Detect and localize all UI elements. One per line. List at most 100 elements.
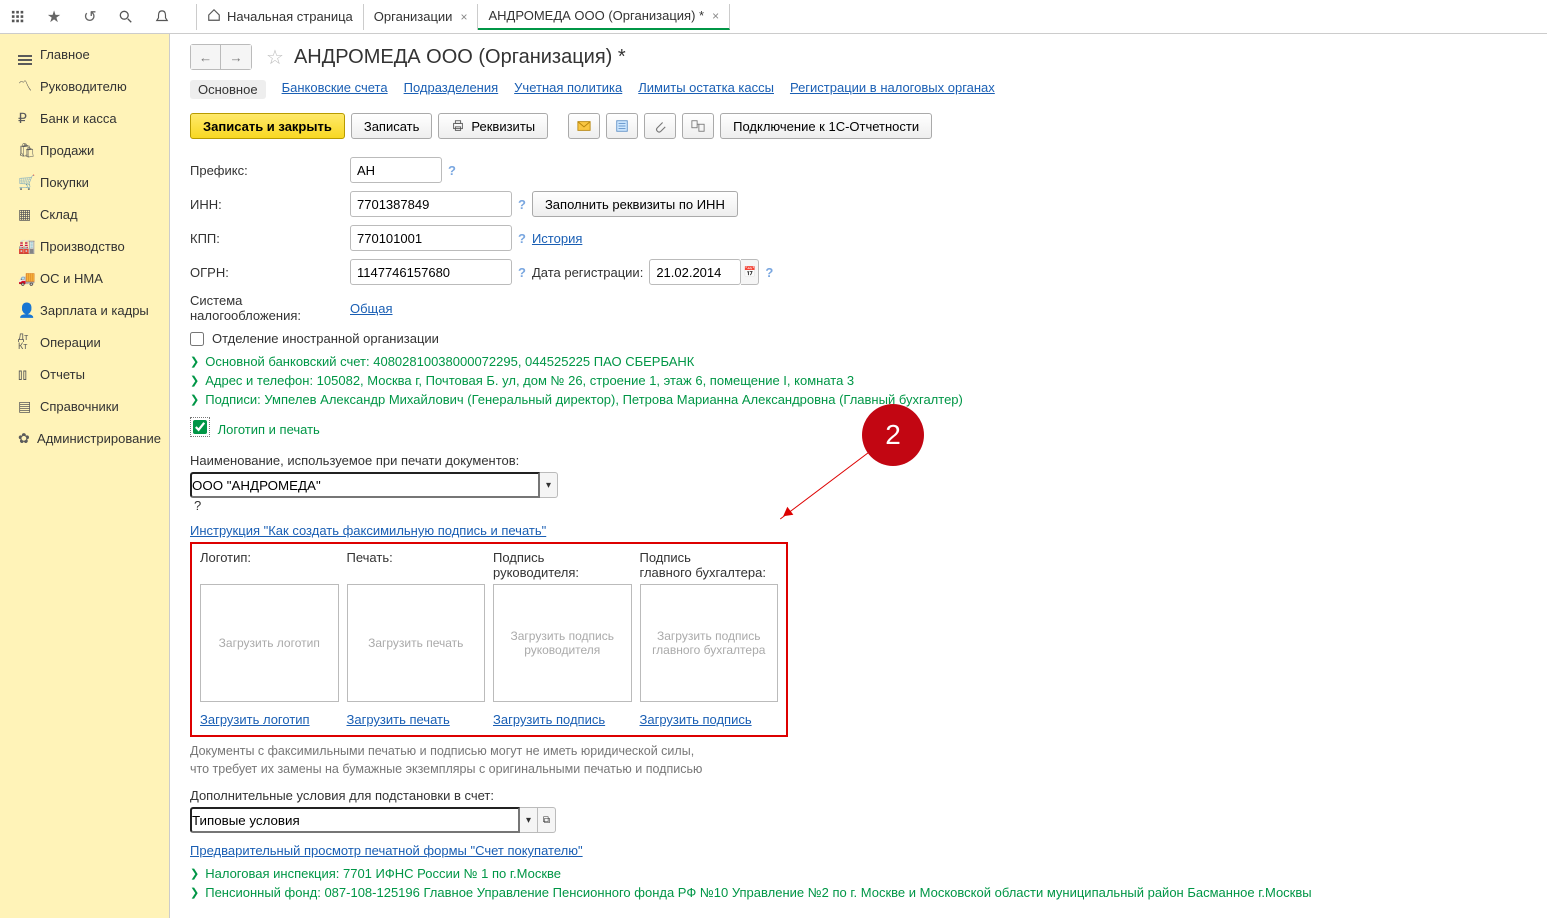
forward-button[interactable]: → bbox=[221, 45, 251, 69]
sidebar-item-assets[interactable]: 🚚ОС и НМА bbox=[0, 262, 169, 294]
open-icon[interactable]: ⧉ bbox=[538, 807, 556, 833]
preview-invoice-link[interactable]: Предварительный просмотр печатной формы … bbox=[190, 843, 583, 858]
hint-icon[interactable]: ? bbox=[448, 163, 456, 178]
connect-reporting-button[interactable]: Подключение к 1С-Отчетности bbox=[720, 113, 932, 139]
sidebar-item-reports[interactable]: ⫾⫾Отчеты bbox=[0, 358, 169, 390]
mail-button[interactable] bbox=[568, 113, 600, 139]
sidebar-item-manager[interactable]: 〽Руководителю bbox=[0, 70, 169, 102]
subtab-accounting-policy[interactable]: Учетная политика bbox=[514, 80, 622, 99]
logo-upload-box[interactable]: Загрузить логотип bbox=[200, 584, 339, 702]
bars-icon: ⫾⫾ bbox=[18, 366, 40, 383]
sidebar-label: Администрирование bbox=[37, 431, 161, 446]
tab-organizations[interactable]: Организации × bbox=[364, 4, 479, 30]
sidebar-item-warehouse[interactable]: ▦Склад bbox=[0, 198, 169, 230]
dropdown-icon[interactable]: ▾ bbox=[540, 472, 558, 498]
extra-conditions-input[interactable] bbox=[190, 807, 520, 833]
hint-icon[interactable]: ? bbox=[765, 265, 773, 280]
stamp-col-label: Печать: bbox=[347, 550, 486, 582]
expander-logo-stamp[interactable]: Логотип и печать bbox=[218, 422, 320, 437]
tab-home[interactable]: Начальная страница bbox=[196, 4, 364, 30]
save-close-button[interactable]: Записать и закрыть bbox=[190, 113, 345, 139]
apps-icon[interactable] bbox=[6, 5, 30, 29]
star-icon[interactable]: ★ bbox=[42, 5, 66, 29]
stamp-upload-box[interactable]: Загрузить печать bbox=[347, 584, 486, 702]
logo-stamp-checkbox[interactable] bbox=[193, 420, 207, 434]
reg-date-input[interactable] bbox=[649, 259, 741, 285]
expander-signatures[interactable]: ❯Подписи: Умпелев Александр Михайлович (… bbox=[190, 392, 1527, 407]
dropdown-icon[interactable]: ▾ bbox=[520, 807, 538, 833]
gear-icon: ✿ bbox=[18, 430, 37, 447]
sidebar-item-operations[interactable]: ДтКтОперации bbox=[0, 326, 169, 358]
sidebar-item-salary[interactable]: 👤Зарплата и кадры bbox=[0, 294, 169, 326]
logo-upload-link[interactable]: Загрузить логотип bbox=[200, 712, 339, 727]
inn-input[interactable] bbox=[350, 191, 512, 217]
history-icon[interactable]: ↺ bbox=[78, 5, 102, 29]
save-button[interactable]: Записать bbox=[351, 113, 433, 139]
sidebar-label: Производство bbox=[40, 239, 125, 254]
expander-pension[interactable]: ❯Пенсионный фонд: 087-108-125196 Главное… bbox=[190, 885, 1527, 900]
hint-icon[interactable]: ? bbox=[194, 498, 201, 513]
chevron-right-icon: ❯ bbox=[190, 374, 199, 387]
tab-andromeda[interactable]: АНДРОМЕДА ООО (Организация) * × bbox=[478, 4, 730, 30]
book-icon: ▤ bbox=[18, 398, 40, 415]
instruction-link[interactable]: Инструкция "Как создать факсимильную под… bbox=[190, 523, 546, 538]
print-name-input[interactable] bbox=[190, 472, 540, 498]
subtab-tax-registrations[interactable]: Регистрации в налоговых органах bbox=[790, 80, 995, 99]
fill-by-inn-button[interactable]: Заполнить реквизиты по ИНН bbox=[532, 191, 738, 217]
ruble-icon: ₽ bbox=[18, 110, 40, 127]
expander-bank[interactable]: ❯Основной банковский счет: 4080281003800… bbox=[190, 354, 1527, 369]
hint-icon[interactable]: ? bbox=[518, 197, 526, 212]
sidebar: Главное 〽Руководителю ₽Банк и касса 🛍Про… bbox=[0, 34, 170, 918]
sidebar-item-sales[interactable]: 🛍Продажи bbox=[0, 134, 169, 166]
attach-button[interactable] bbox=[644, 113, 676, 139]
prefix-input[interactable] bbox=[350, 157, 442, 183]
annotation-badge-2: 2 bbox=[862, 404, 924, 466]
expander-address[interactable]: ❯Адрес и телефон: 105082, Москва г, Почт… bbox=[190, 373, 1527, 388]
printer-icon bbox=[451, 119, 465, 133]
sidebar-item-admin[interactable]: ✿Администрирование bbox=[0, 422, 169, 454]
upload-section: Логотип: Загрузить логотип Загрузить лог… bbox=[190, 542, 788, 737]
expander-tax-office[interactable]: ❯Налоговая инспекция: 7701 ИФНС России №… bbox=[190, 866, 1527, 881]
requisites-button[interactable]: Реквизиты bbox=[438, 113, 548, 139]
tax-system-link[interactable]: Общая bbox=[350, 301, 393, 316]
dir-sign-upload-link[interactable]: Загрузить подпись bbox=[493, 712, 632, 727]
calendar-icon[interactable]: 📅 bbox=[741, 259, 759, 285]
bell-icon[interactable] bbox=[150, 5, 174, 29]
sidebar-item-purchases[interactable]: 🛒Покупки bbox=[0, 166, 169, 198]
subtab-main[interactable]: Основное bbox=[190, 80, 266, 99]
nav-arrows: ← → bbox=[190, 44, 252, 70]
sidebar-label: Главное bbox=[40, 47, 90, 62]
search-icon[interactable] bbox=[114, 5, 138, 29]
acc-sign-upload-link[interactable]: Загрузить подпись bbox=[640, 712, 779, 727]
sidebar-item-dicts[interactable]: ▤Справочники bbox=[0, 390, 169, 422]
sidebar-item-production[interactable]: 🏭Производство bbox=[0, 230, 169, 262]
subtab-cash-limits[interactable]: Лимиты остатка кассы bbox=[638, 80, 774, 99]
home-icon bbox=[207, 8, 221, 25]
list-button[interactable] bbox=[606, 113, 638, 139]
sidebar-label: Покупки bbox=[40, 175, 89, 190]
subtab-departments[interactable]: Подразделения bbox=[404, 80, 499, 99]
acc-sign-col-label: Подписьглавного бухгалтера: bbox=[640, 550, 779, 582]
dir-sign-upload-box[interactable]: Загрузить подпись руководителя bbox=[493, 584, 632, 702]
ogrn-input[interactable] bbox=[350, 259, 512, 285]
mail-icon bbox=[577, 119, 591, 133]
close-icon[interactable]: × bbox=[712, 9, 719, 23]
hint-icon[interactable]: ? bbox=[518, 265, 526, 280]
acc-sign-upload-box[interactable]: Загрузить подпись главного бухгалтера bbox=[640, 584, 779, 702]
back-button[interactable]: ← bbox=[191, 45, 221, 69]
history-link[interactable]: История bbox=[532, 231, 582, 246]
chevron-right-icon: ❯ bbox=[190, 355, 199, 368]
stamp-upload-link[interactable]: Загрузить печать bbox=[347, 712, 486, 727]
kpp-input[interactable] bbox=[350, 225, 512, 251]
close-icon[interactable]: × bbox=[460, 10, 467, 24]
sidebar-label: Продажи bbox=[40, 143, 94, 158]
sidebar-label: Склад bbox=[40, 207, 78, 222]
favorite-star-icon[interactable]: ☆ bbox=[266, 45, 284, 70]
hint-icon[interactable]: ? bbox=[518, 231, 526, 246]
foreign-branch-checkbox[interactable] bbox=[190, 332, 204, 346]
subtab-bank-accounts[interactable]: Банковские счета bbox=[282, 80, 388, 99]
sidebar-item-main[interactable]: Главное bbox=[0, 38, 169, 70]
sidebar-item-bank[interactable]: ₽Банк и касса bbox=[0, 102, 169, 134]
truck-icon: 🚚 bbox=[18, 270, 40, 287]
doc-flow-button[interactable] bbox=[682, 113, 714, 139]
